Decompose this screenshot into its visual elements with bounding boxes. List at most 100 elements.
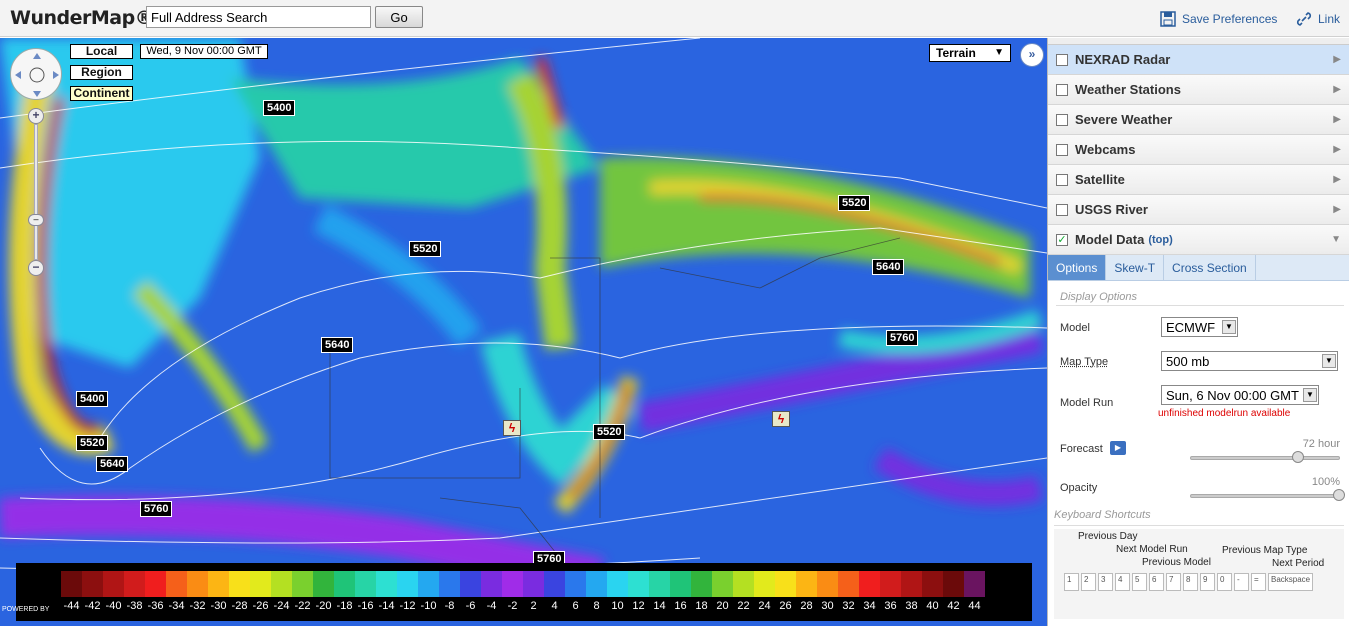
contour-label: 5520 — [409, 241, 441, 257]
legend-tick: -10 — [418, 600, 439, 612]
layer-row-severe-weather[interactable]: Severe Weather ▶ — [1048, 105, 1349, 135]
legend-tick: 40 — [922, 600, 943, 612]
options-pane: Display Options Model ECMWF ▼ Map Type 50… — [1048, 281, 1349, 641]
legend-swatch — [670, 571, 691, 597]
kb-label: Previous Day — [1078, 531, 1137, 542]
layer-row-nexrad-radar[interactable]: NEXRAD Radar ▶ — [1048, 45, 1349, 75]
model-label: Model — [1060, 322, 1090, 334]
model-select[interactable]: ECMWF ▼ — [1161, 317, 1238, 337]
basemap-select[interactable]: Terrain ▼ — [929, 44, 1011, 62]
zoom-local-button[interactable]: Local — [70, 44, 133, 59]
model-run-select[interactable]: Sun, 6 Nov 00:00 GMT ▼ — [1161, 385, 1319, 405]
legend-tick: -12 — [397, 600, 418, 612]
zoom-in-button[interactable]: + — [28, 108, 44, 124]
layer-checkbox[interactable]: ✓ — [1056, 234, 1068, 246]
search-input[interactable] — [146, 6, 371, 28]
zoom-track[interactable] — [34, 124, 38, 260]
expand-panel-button[interactable]: » — [1020, 43, 1044, 67]
chevron-down-icon: ▼ — [1322, 354, 1336, 368]
zoom-slider[interactable]: + – − — [28, 108, 44, 278]
legend-tick: 28 — [796, 600, 817, 612]
legend-tick: -4 — [481, 600, 502, 612]
weather-map[interactable]: + – − Local Region Continent Wed, 9 Nov … — [0, 38, 1047, 626]
layer-checkbox[interactable] — [1056, 84, 1068, 96]
legend-swatch — [628, 571, 649, 597]
link-button[interactable]: Link — [1296, 11, 1340, 27]
legend-swatch — [355, 571, 376, 597]
map-type-select[interactable]: 500 mb ▼ — [1161, 351, 1338, 371]
date-label: Wed, 9 Nov 00:00 GMT — [140, 44, 268, 59]
display-options-heading: Display Options — [1060, 291, 1137, 303]
layer-checkbox[interactable] — [1056, 54, 1068, 66]
zoom-region-button[interactable]: Region — [70, 65, 133, 80]
legend-tick: 18 — [691, 600, 712, 612]
opacity-slider[interactable] — [1190, 494, 1340, 498]
keyboard-key: 1 — [1064, 573, 1079, 591]
opacity-label: Opacity — [1060, 482, 1097, 494]
legend-swatch — [334, 571, 355, 597]
forecast-slider[interactable] — [1190, 456, 1340, 460]
tab-skew-t[interactable]: Skew-T — [1106, 255, 1164, 280]
layer-row-satellite[interactable]: Satellite ▶ — [1048, 165, 1349, 195]
keyboard-key: 6 — [1149, 573, 1164, 591]
layer-row-usgs-river[interactable]: USGS River ▶ — [1048, 195, 1349, 225]
legend-tick: -20 — [313, 600, 334, 612]
chevron-right-icon: ▶ — [1333, 54, 1341, 65]
storm-icon[interactable]: ϟ — [772, 411, 790, 427]
zoom-handle[interactable]: – — [28, 214, 44, 226]
layer-list: NEXRAD Radar ▶ Weather Stations ▶ Severe Wea… — [1048, 45, 1349, 255]
legend-swatch — [964, 571, 985, 597]
model-tabs: Options Skew-T Cross Section — [1048, 255, 1349, 281]
layer-checkbox[interactable] — [1056, 114, 1068, 126]
zoom-out-button[interactable]: − — [28, 260, 44, 276]
forecast-value: 72 hour — [1288, 438, 1340, 450]
layer-checkbox[interactable] — [1056, 204, 1068, 216]
legend-tick: 10 — [607, 600, 628, 612]
legend-swatch — [586, 571, 607, 597]
logo[interactable]: WunderMap® — [10, 7, 153, 29]
legend-tick: 36 — [880, 600, 901, 612]
layer-top-link[interactable]: (top) — [1148, 234, 1172, 246]
contour-label: 5640 — [96, 456, 128, 472]
legend-swatch — [502, 571, 523, 597]
opacity-slider-knob[interactable] — [1333, 489, 1345, 501]
link-label: Link — [1318, 12, 1340, 26]
legend-swatch — [124, 571, 145, 597]
play-button[interactable]: ▶ — [1110, 441, 1126, 455]
hand-icon — [11, 49, 63, 101]
keyboard-key: = — [1251, 573, 1266, 591]
layer-row-weather-stations[interactable]: Weather Stations ▶ — [1048, 75, 1349, 105]
legend-swatch — [796, 571, 817, 597]
model-run-note: unfinished modelrun available — [1158, 408, 1290, 419]
layer-row-webcams[interactable]: Webcams ▶ — [1048, 135, 1349, 165]
pan-control[interactable] — [10, 48, 62, 100]
go-button[interactable]: Go — [375, 6, 423, 28]
legend-swatch — [229, 571, 250, 597]
layer-row-model-data[interactable]: ✓ Model Data (top) ▼ — [1048, 225, 1349, 255]
storm-icon[interactable]: ϟ — [503, 420, 521, 436]
zoom-continent-button[interactable]: Continent — [70, 86, 133, 101]
top-bar: WunderMap® Go Save Preferences Link — [0, 0, 1349, 37]
legend-tick: -44 — [61, 600, 82, 612]
map-type-label: Map Type — [1060, 356, 1108, 368]
layer-checkbox[interactable] — [1056, 144, 1068, 156]
legend-tick: 4 — [544, 600, 565, 612]
contour-label: 5520 — [838, 195, 870, 211]
legend-swatch — [691, 571, 712, 597]
keyboard-key: Backspace — [1268, 573, 1313, 591]
model-run-value: Sun, 6 Nov 00:00 GMT — [1166, 388, 1299, 403]
model-run-label: Model Run — [1060, 397, 1113, 409]
tab-options[interactable]: Options — [1048, 255, 1106, 280]
layer-label: NEXRAD Radar — [1075, 52, 1170, 67]
layer-checkbox[interactable] — [1056, 174, 1068, 186]
contour-label: 5640 — [321, 337, 353, 353]
legend-tick: 14 — [649, 600, 670, 612]
model-value: ECMWF — [1166, 320, 1215, 335]
keyboard-key: 3 — [1098, 573, 1113, 591]
legend-swatch — [397, 571, 418, 597]
save-preferences-link[interactable]: Save Preferences — [1160, 11, 1277, 27]
forecast-slider-knob[interactable] — [1292, 451, 1304, 463]
legend-tick: -32 — [187, 600, 208, 612]
keyboard-key: 9 — [1200, 573, 1215, 591]
tab-cross-section[interactable]: Cross Section — [1164, 255, 1256, 280]
